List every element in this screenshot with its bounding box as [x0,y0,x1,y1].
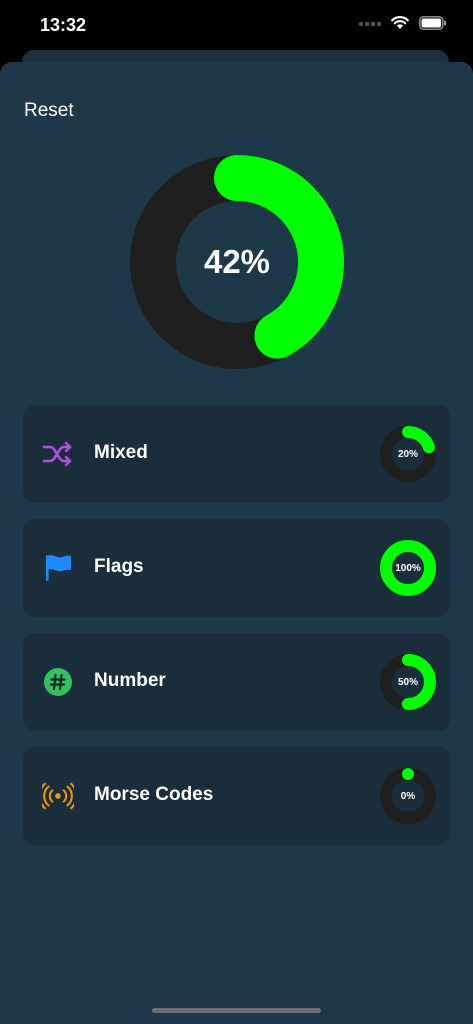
status-time: 13:32 [40,15,87,35]
shuffle-icon [42,438,74,470]
wifi-icon [391,16,409,29]
category-percent-number: 50% [397,676,418,688]
category-label-morse-codes: Morse Codes [94,784,214,805]
overall-progress-ring: 42% [128,153,346,371]
category-progress-ring-mixed: 20% [379,425,437,483]
overall-percent: 42% [203,243,271,280]
cellular-signal-icon [359,22,381,26]
battery-icon [419,16,446,30]
number-icon [42,666,74,698]
status-icons [359,16,447,30]
category-card-morse-codes[interactable]: Morse Codes 0% [23,747,450,845]
category-percent-flags: 100% [395,562,421,574]
reset-button[interactable]: Reset [24,100,74,122]
category-percent-mixed: 20% [397,448,418,460]
status-bar: 13:32 [0,0,473,50]
category-progress-ring-number: 50% [379,653,437,711]
category-progress-ring-morse-codes: 0% [379,767,437,825]
home-indicator[interactable] [152,1008,321,1013]
antenna-icon [42,780,74,812]
progress-sheet: Reset 42% Mixed 20% Flags 100% Number 50… [0,62,473,1024]
category-label-flags: Flags [94,556,144,577]
flag-icon [42,552,74,584]
category-percent-morse-codes: 0% [400,790,416,802]
category-progress-ring-flags: 100% [379,539,437,597]
category-label-mixed: Mixed [94,442,148,463]
category-card-flags[interactable]: Flags 100% [23,519,450,617]
category-card-mixed[interactable]: Mixed 20% [23,405,450,503]
category-card-number[interactable]: Number 50% [23,633,450,731]
category-label-number: Number [94,670,166,691]
